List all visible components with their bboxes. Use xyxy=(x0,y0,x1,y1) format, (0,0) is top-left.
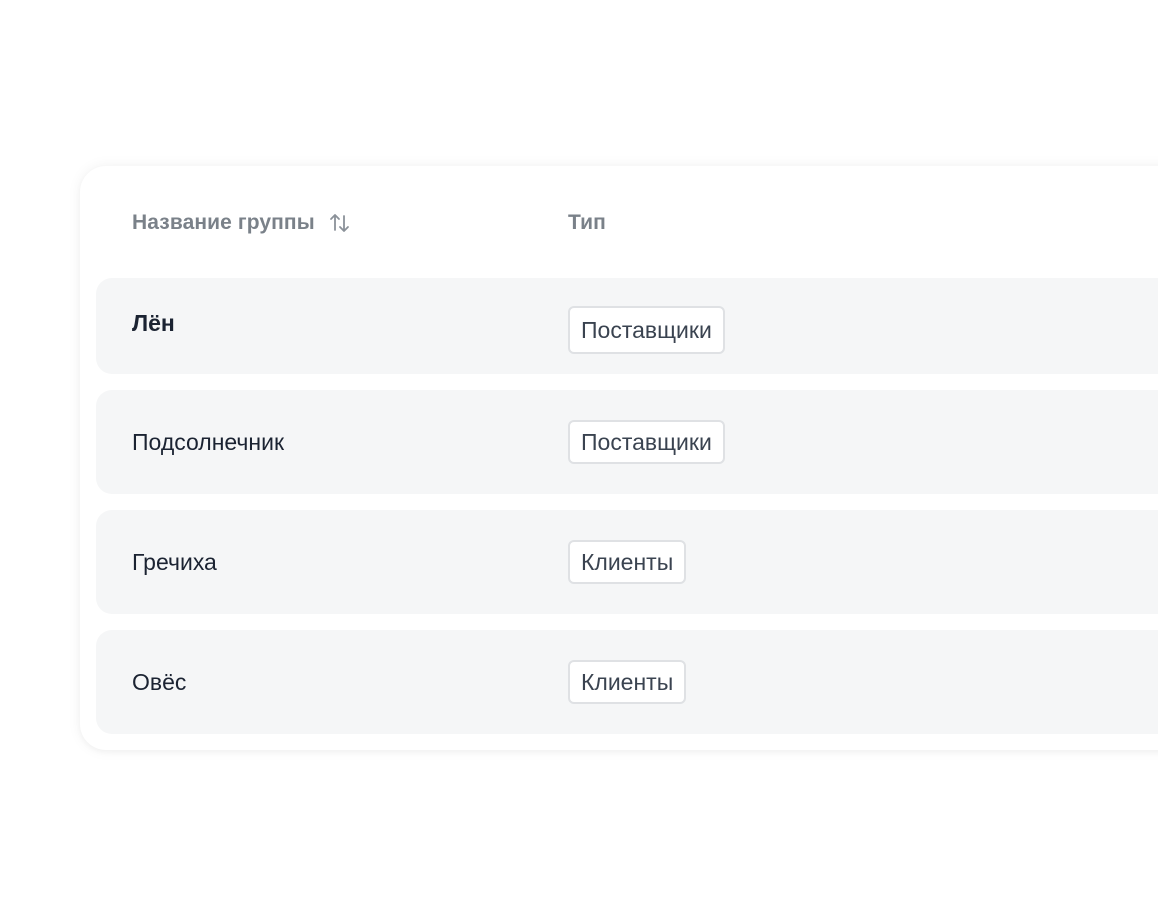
sort-up-down-icon[interactable] xyxy=(327,210,353,236)
column-header-type[interactable]: Тип xyxy=(568,208,606,238)
group-name-cell: Лён xyxy=(132,310,175,336)
group-name-cell: Гречиха xyxy=(132,548,217,575)
type-badge: Поставщики xyxy=(568,420,725,464)
type-badge: Поставщики xyxy=(568,306,725,354)
column-header-group-name[interactable]: Название группы xyxy=(132,208,353,238)
table-row[interactable]: Овёс Клиенты xyxy=(96,630,1158,734)
table-row[interactable]: Подсолнечник Поставщики xyxy=(96,390,1158,494)
group-name-cell: Подсолнечник xyxy=(132,428,285,455)
table-row[interactable]: Лён Поставщики xyxy=(96,278,1158,374)
type-badge: Клиенты xyxy=(568,540,687,584)
groups-table-card: Название группы Тип Лён Поставщики Подсо… xyxy=(80,166,1158,750)
table-body: Лён Поставщики Подсолнечник Поставщики Г… xyxy=(96,278,1158,750)
column-header-type-label: Тип xyxy=(568,211,606,234)
column-header-group-name-label: Название группы xyxy=(132,211,315,234)
type-badge: Клиенты xyxy=(568,660,687,704)
table-header: Название группы Тип xyxy=(132,208,1158,238)
table-row[interactable]: Гречиха Клиенты xyxy=(96,510,1158,614)
group-name-cell: Овёс xyxy=(132,668,187,695)
